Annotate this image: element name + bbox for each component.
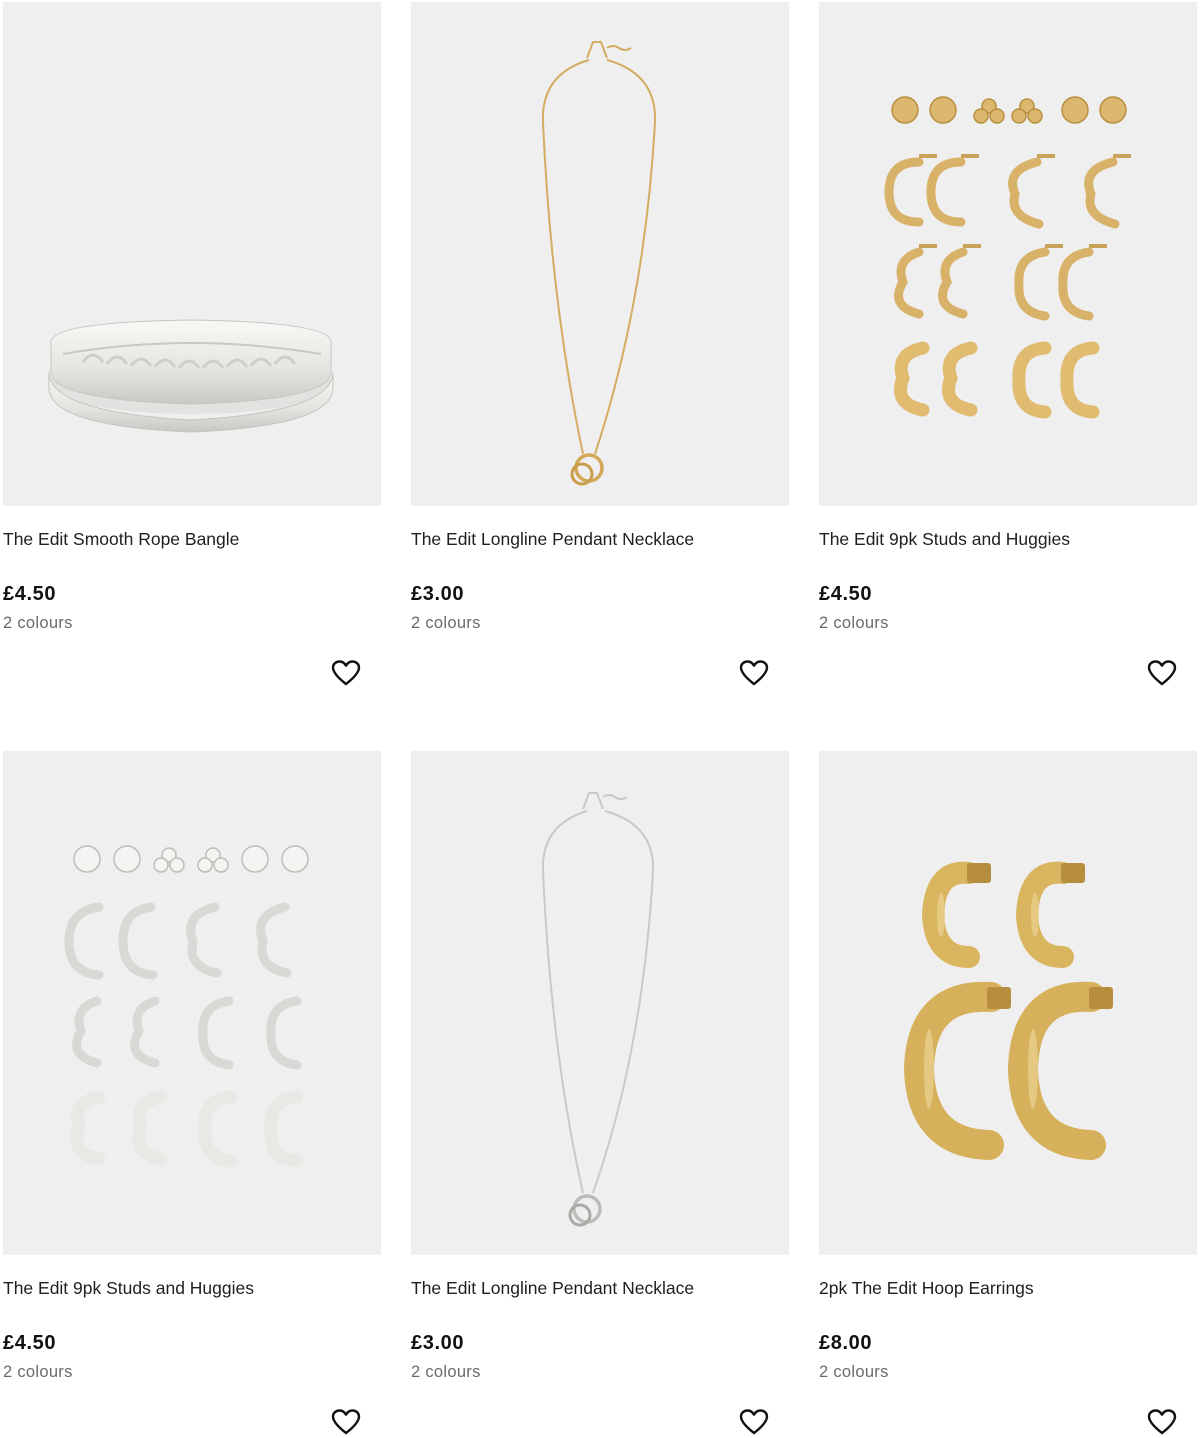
product-card: The Edit Smooth Rope Bangle £4.50 2 colo…: [3, 2, 381, 686]
wishlist-button[interactable]: [1145, 1406, 1179, 1438]
heart-outline-icon: [1147, 1409, 1177, 1435]
product-title[interactable]: The Edit 9pk Studs and Huggies: [3, 1277, 254, 1299]
product-image[interactable]: [3, 751, 381, 1255]
product-title[interactable]: 2pk The Edit Hoop Earrings: [819, 1277, 1034, 1299]
product-colours: 2 colours: [819, 1363, 889, 1381]
product-price: £4.50: [3, 1332, 57, 1354]
product-card: The Edit Longline Pendant Necklace £3.00…: [411, 751, 789, 1435]
product-card: 2pk The Edit Hoop Earrings £8.00 2 colou…: [819, 751, 1197, 1435]
product-title[interactable]: The Edit 9pk Studs and Huggies: [819, 528, 1070, 550]
product-colours: 2 colours: [3, 614, 73, 632]
product-colours: 2 colours: [3, 1363, 73, 1381]
product-grid: The Edit Smooth Rope Bangle £4.50 2 colo…: [0, 0, 1200, 1438]
necklace-image: [541, 41, 657, 486]
product-title[interactable]: The Edit Longline Pendant Necklace: [411, 528, 694, 550]
product-image[interactable]: [819, 2, 1197, 506]
product-price: £4.50: [3, 583, 57, 605]
product-card: The Edit 9pk Studs and Huggies £4.50 2 c…: [819, 2, 1197, 686]
earring-set-image: [64, 845, 309, 1168]
product-image[interactable]: [411, 2, 789, 506]
product-colours: 2 colours: [411, 1363, 481, 1381]
wishlist-button[interactable]: [737, 657, 771, 689]
wishlist-button[interactable]: [737, 1406, 771, 1438]
product-colours: 2 colours: [411, 614, 481, 632]
product-image[interactable]: [411, 751, 789, 1255]
heart-outline-icon: [331, 1409, 361, 1435]
product-image[interactable]: [819, 751, 1197, 1255]
wishlist-button[interactable]: [329, 657, 363, 689]
product-price: £3.00: [411, 583, 465, 605]
necklace-image: [541, 792, 655, 1227]
heart-outline-icon: [739, 660, 769, 686]
product-price: £8.00: [819, 1332, 873, 1354]
wishlist-button[interactable]: [329, 1406, 363, 1438]
product-price: £4.50: [819, 583, 873, 605]
product-image[interactable]: [3, 2, 381, 506]
heart-outline-icon: [1147, 660, 1177, 686]
product-colours: 2 colours: [819, 614, 889, 632]
heart-outline-icon: [739, 1409, 769, 1435]
product-title[interactable]: The Edit Longline Pendant Necklace: [411, 1277, 694, 1299]
hoop-earrings-image: [903, 861, 1113, 1160]
wishlist-button[interactable]: [1145, 657, 1179, 689]
product-card: The Edit Longline Pendant Necklace £3.00…: [411, 2, 789, 686]
heart-outline-icon: [331, 660, 361, 686]
product-card: The Edit 9pk Studs and Huggies £4.50 2 c…: [3, 751, 381, 1435]
bangle-image: [48, 319, 334, 433]
earring-set-image: [884, 96, 1131, 419]
product-title[interactable]: The Edit Smooth Rope Bangle: [3, 528, 239, 550]
product-price: £3.00: [411, 1332, 465, 1354]
